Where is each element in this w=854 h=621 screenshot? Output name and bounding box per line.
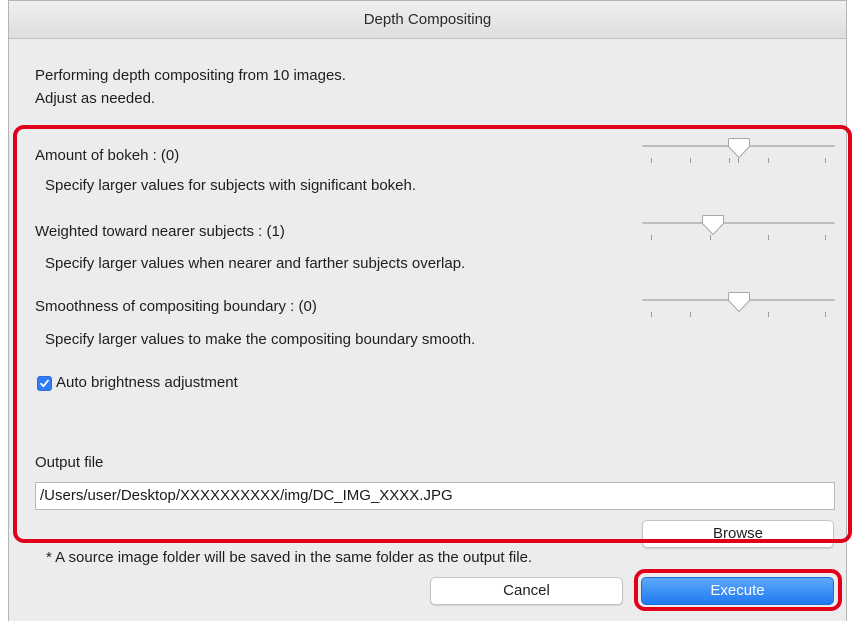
output-file-path-field[interactable]: /Users/user/Desktop/XXXXXXXXXX/img/DC_IM… bbox=[35, 482, 835, 510]
nearer-slider-knob[interactable] bbox=[701, 214, 725, 236]
bokeh-label: Amount of bokeh : (0) bbox=[35, 147, 180, 164]
smoothness-slider-knob[interactable] bbox=[727, 291, 751, 313]
nearer-label: Weighted toward nearer subjects : (1) bbox=[35, 223, 285, 240]
intro-line-2: Adjust as needed. bbox=[35, 90, 156, 107]
smoothness-label: Smoothness of compositing boundary : (0) bbox=[35, 298, 317, 315]
execute-button[interactable]: Execute bbox=[641, 577, 834, 605]
intro-line-1: Performing depth compositing from 10 ima… bbox=[35, 67, 346, 84]
cancel-button[interactable]: Cancel bbox=[430, 577, 623, 605]
nearer-description: Specify larger values when nearer and fa… bbox=[45, 255, 466, 272]
slider-tick bbox=[768, 312, 769, 317]
slider-tick bbox=[768, 235, 769, 240]
auto-brightness-checkbox[interactable] bbox=[37, 376, 52, 391]
smoothness-description: Specify larger values to make the compos… bbox=[45, 331, 476, 348]
depth-compositing-dialog: Depth Compositing Performing depth compo… bbox=[8, 0, 852, 621]
note-text: * A source image folder will be saved in… bbox=[46, 549, 533, 566]
slider-tick bbox=[825, 312, 826, 317]
output-file-label: Output file bbox=[35, 454, 104, 471]
nearer-slider-track bbox=[642, 222, 835, 224]
window-title: Depth Compositing bbox=[9, 1, 846, 39]
auto-brightness-label[interactable]: Auto brightness adjustment bbox=[56, 374, 238, 391]
browse-button[interactable]: Browse bbox=[642, 520, 834, 548]
slider-tick bbox=[651, 312, 652, 317]
checkmark-icon bbox=[40, 379, 49, 388]
smoothness-slider[interactable] bbox=[642, 291, 835, 317]
bokeh-slider-knob[interactable] bbox=[727, 137, 751, 159]
slider-tick bbox=[768, 158, 769, 163]
slider-tick bbox=[690, 158, 691, 163]
slider-tick bbox=[651, 235, 652, 240]
slider-tick bbox=[690, 312, 691, 317]
bokeh-description: Specify larger values for subjects with … bbox=[45, 177, 417, 194]
nearer-slider[interactable] bbox=[642, 214, 835, 240]
slider-tick bbox=[825, 235, 826, 240]
slider-tick bbox=[825, 158, 826, 163]
slider-tick bbox=[651, 158, 652, 163]
bokeh-slider[interactable] bbox=[642, 137, 835, 163]
